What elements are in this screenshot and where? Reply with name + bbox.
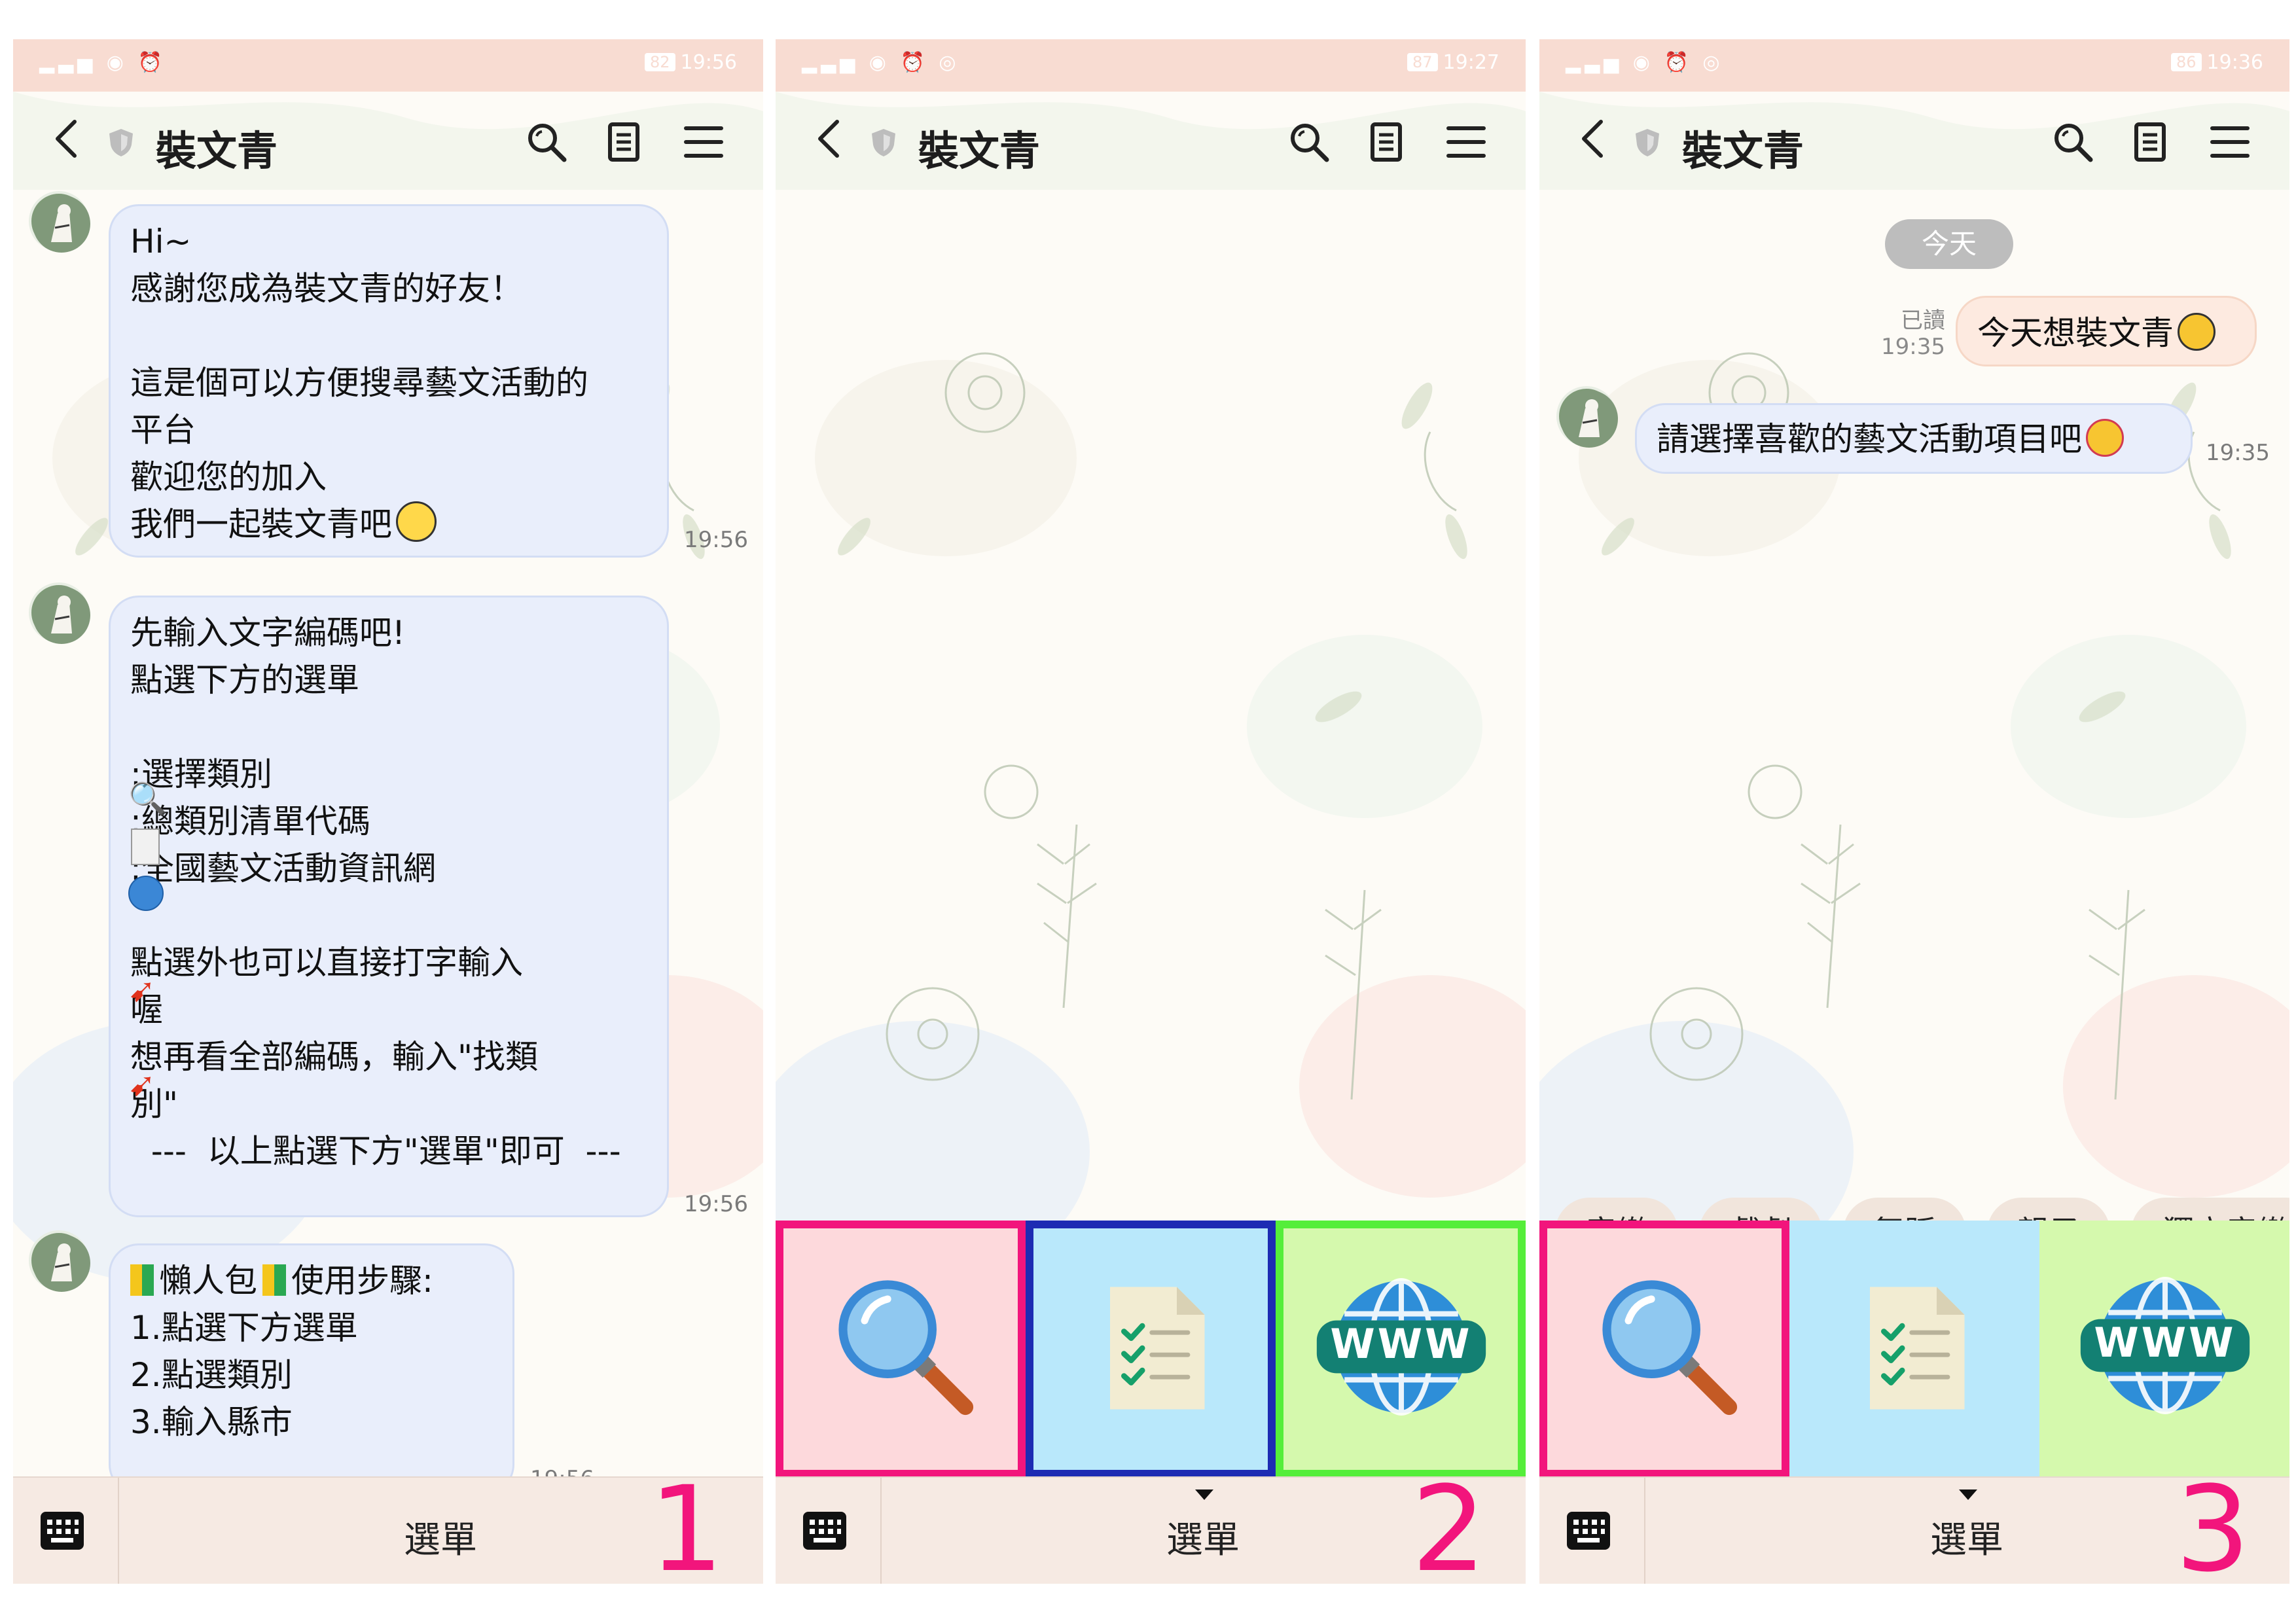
rich-menu: WWW: [776, 1221, 1526, 1478]
message-text: 1.點選下方選單 2.點選類別 3.輸入縣市: [130, 1309, 358, 1441]
official-badge-icon: [1634, 128, 1660, 158]
globe-emoji-icon: [128, 876, 164, 911]
notes-icon[interactable]: [602, 120, 645, 164]
checklist-document-icon: [1859, 1266, 1970, 1430]
message-text: 今天想裝文青: [1977, 314, 2174, 352]
message-bubble: 懶人包 使用步驟: 1.點選下方選單 2.點選類別 3.輸入縣市: [109, 1243, 514, 1495]
bottom-bar: 選單 2: [776, 1471, 1526, 1584]
rich-menu: WWW: [1539, 1221, 2289, 1478]
screen-panel-1: ▂▃▅ ◉ ⏰ 82 19:56 裝文青 Hi~ 感謝您成為裝文青的好友！ 這是個…: [13, 39, 763, 1584]
chat-header: 裝文青: [1539, 92, 2289, 190]
message-time: 19:56: [684, 527, 748, 553]
magnifier-emoji-icon: 🔍: [128, 781, 168, 817]
chat-header: 裝文青: [776, 92, 1526, 190]
battery-indicator: 86: [2170, 53, 2202, 71]
checklist-document-icon: [1099, 1266, 1210, 1430]
search-icon[interactable]: [1287, 120, 1331, 164]
document-emoji-icon: [131, 829, 160, 865]
avatar[interactable]: [1556, 386, 1617, 446]
bottom-bar: 選單 1: [13, 1471, 763, 1584]
magnifier-icon: [836, 1264, 980, 1435]
step-number: 1: [649, 1461, 724, 1584]
message-title: 懶人包: [159, 1262, 257, 1300]
date-chip: 今天: [1885, 219, 2013, 269]
notes-icon[interactable]: [1365, 120, 1408, 164]
status-time: 19:56: [680, 51, 737, 74]
status-bar: ▂▃▅ ◉ ⏰ ◎ 86 19:36: [1539, 39, 2289, 92]
keyboard-icon[interactable]: [1566, 1508, 1611, 1554]
message-time: 19:56: [684, 1191, 748, 1217]
status-right: 87 19:27: [1407, 51, 1499, 74]
search-icon[interactable]: [2051, 120, 2094, 164]
rich-menu-search-button[interactable]: [776, 1221, 1026, 1478]
step-number: 3: [2175, 1461, 2250, 1584]
chat-title: 裝文青: [156, 127, 278, 175]
rich-menu-list-button[interactable]: [1789, 1221, 2039, 1478]
avatar[interactable]: [29, 582, 89, 643]
nerd-face-emoji-icon: [2178, 313, 2215, 351]
search-icon[interactable]: [525, 120, 568, 164]
beginner-mark-icon: [130, 1264, 154, 1296]
official-badge-icon: [108, 128, 134, 158]
status-icons: ▂▃▅ ◉ ⏰ ◎: [802, 51, 960, 74]
pointer-emoji-icon: ➹: [128, 1065, 156, 1103]
screen-panel-2: ▂▃▅ ◉ ⏰ ◎ 87 19:27 裝文青 WWW 選單 2: [776, 39, 1526, 1584]
chat-title: 裝文青: [1682, 127, 1804, 175]
rich-menu-search-button[interactable]: [1539, 1221, 1789, 1478]
message-bubble: Hi~ 感謝您成為裝文青的好友！ 這是個可以方便搜尋藝文活動的 平台 歡迎您的加…: [109, 204, 669, 558]
avatar[interactable]: [29, 191, 89, 251]
chat-header: 裝文青: [13, 92, 763, 190]
official-badge-icon: [870, 128, 897, 158]
keyboard-icon[interactable]: [802, 1508, 848, 1554]
avatar[interactable]: [29, 1230, 89, 1291]
message-time: 19:35: [2206, 440, 2270, 466]
magnifier-icon: [1600, 1264, 1744, 1435]
rich-menu-web-button[interactable]: WWW: [2039, 1221, 2289, 1478]
message-bubble: 先輸入文字編碼吧! 點選下方的選單 :選擇類別 :總類別清單代碼 :全國藝文活動…: [109, 596, 669, 1217]
face-emoji-icon: [396, 501, 437, 542]
message-time: 19:35: [1881, 334, 1945, 360]
status-icons: ▂▃▅ ◉ ⏰: [39, 51, 166, 74]
back-arrow-icon[interactable]: [815, 119, 841, 158]
smiling-hearts-emoji-icon: [2086, 419, 2124, 457]
message-text: 先輸入文字編碼吧! 點選下方的選單 :選擇類別 :總類別清單代碼 :全國藝文活動…: [130, 614, 621, 1170]
caret-down-icon: [1959, 1489, 1977, 1500]
status-time: 19:27: [1443, 51, 1499, 74]
back-arrow-icon[interactable]: [52, 119, 79, 158]
chat-title: 裝文青: [918, 127, 1041, 175]
message-title-suffix: 使用步驟:: [291, 1262, 433, 1300]
message-text: 請選擇喜歡的藝文活動項目吧: [1657, 420, 2082, 458]
rich-menu-web-button[interactable]: WWW: [1276, 1221, 1526, 1478]
step-number: 2: [1411, 1461, 1486, 1584]
bottom-bar: 選單 3: [1539, 1471, 2289, 1584]
status-right: 86 19:36: [2170, 51, 2263, 74]
status-time: 19:36: [2206, 51, 2263, 74]
caret-down-icon: [1195, 1489, 1213, 1500]
pointer-emoji-icon: ➹: [128, 971, 156, 1009]
status-bar: ▂▃▅ ◉ ⏰ ◎ 87 19:27: [776, 39, 1526, 92]
beginner-mark-icon: [262, 1264, 286, 1296]
battery-indicator: 82: [644, 53, 675, 71]
notes-icon[interactable]: [2128, 120, 2172, 164]
menu-icon[interactable]: [1444, 120, 1488, 164]
message-bubble: 請選擇喜歡的藝文活動項目吧: [1635, 403, 2193, 474]
read-receipt: 已讀 19:35: [1860, 308, 1945, 360]
www-label: WWW: [1330, 1320, 1473, 1368]
rich-menu-list-button[interactable]: [1026, 1221, 1276, 1478]
status-bar: ▂▃▅ ◉ ⏰ 82 19:56: [13, 39, 763, 92]
menu-icon[interactable]: [2208, 120, 2251, 164]
menu-icon[interactable]: [682, 120, 725, 164]
keyboard-icon[interactable]: [39, 1508, 85, 1554]
status-right: 82 19:56: [644, 51, 737, 74]
back-arrow-icon[interactable]: [1579, 119, 1605, 158]
read-label: 已讀: [1901, 308, 1945, 334]
status-icons: ▂▃▅ ◉ ⏰ ◎: [1566, 51, 1724, 74]
my-message-bubble: 今天想裝文青: [1956, 296, 2257, 366]
www-label: WWW: [2094, 1319, 2236, 1366]
battery-indicator: 87: [1407, 53, 1438, 71]
screen-panel-3: ▂▃▅ ◉ ⏰ ◎ 86 19:36 裝文青 今天 已讀 19:35 今天想裝文青 …: [1539, 39, 2289, 1584]
message-text: Hi~ 感謝您成為裝文青的好友！ 這是個可以方便搜尋藝文活動的 平台 歡迎您的加…: [130, 223, 588, 543]
